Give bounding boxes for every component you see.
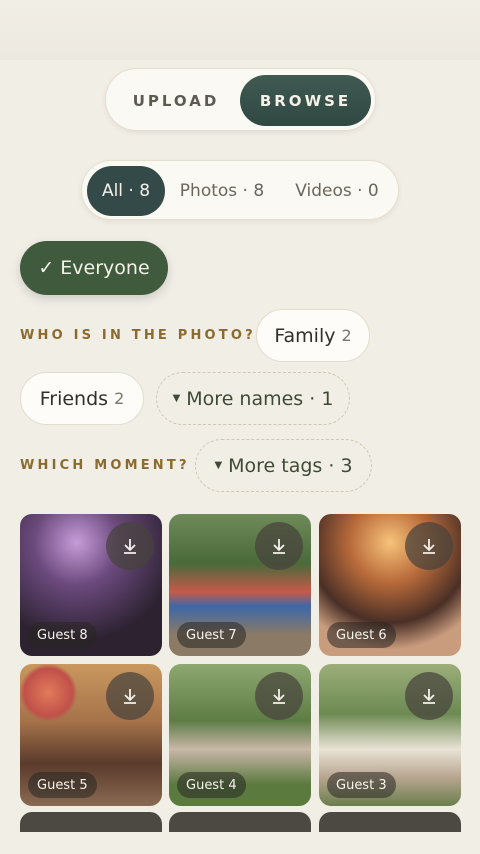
chip-count: 2 — [341, 326, 352, 345]
filter-photos[interactable]: Photos · 8 — [172, 166, 272, 216]
guest-label: Guest 6 — [327, 622, 396, 648]
more-names-label: More names · 1 — [186, 387, 334, 410]
browse-tab[interactable]: BROWSE — [240, 75, 371, 126]
filter-videos[interactable]: Videos · 0 — [282, 166, 392, 216]
more-tags-label: More tags · 3 — [228, 454, 353, 477]
photo-tile[interactable]: Guest 7 — [169, 514, 311, 656]
moment-heading: WHICH MOMENT? — [20, 458, 190, 473]
top-fade — [0, 0, 480, 60]
filter-all[interactable]: All · 8 — [87, 166, 165, 216]
photo-tile-partial[interactable] — [20, 812, 162, 832]
photo-tile[interactable]: Guest 8 — [20, 514, 162, 656]
mode-toggle: UPLOAD BROWSE — [105, 68, 376, 131]
caret-down-icon: ▼ — [214, 460, 223, 471]
photo-tile[interactable]: Guest 5 — [20, 664, 162, 806]
photo-tile-partial[interactable] — [169, 812, 311, 832]
media-filter: All · 8 Photos · 8 Videos · 0 — [81, 160, 399, 220]
chip-label: Family — [274, 324, 336, 347]
upload-tab[interactable]: UPLOAD — [112, 75, 240, 126]
chip-count: 2 — [114, 389, 125, 408]
download-icon[interactable] — [405, 522, 453, 570]
photo-tile[interactable]: Guest 6 — [319, 514, 461, 656]
photo-tile-partial[interactable] — [319, 812, 461, 832]
download-icon[interactable] — [106, 672, 154, 720]
guest-label: Guest 8 — [28, 622, 97, 648]
person-chip-friends[interactable]: Friends 2 — [20, 372, 144, 425]
guest-label: Guest 4 — [177, 772, 246, 798]
more-names-button[interactable]: ▼ More names · 1 — [156, 372, 350, 425]
person-chip-family[interactable]: Family 2 — [256, 309, 370, 362]
more-tags-button[interactable]: ▼ More tags · 3 — [195, 439, 372, 492]
guest-label: Guest 7 — [177, 622, 246, 648]
everyone-label: Everyone — [60, 257, 150, 279]
check-icon: ✓ — [38, 257, 55, 279]
download-icon[interactable] — [405, 672, 453, 720]
chip-label: Friends — [39, 387, 109, 410]
people-heading: WHO IS IN THE PHOTO? — [20, 328, 256, 343]
photo-tile[interactable]: Guest 3 — [319, 664, 461, 806]
guest-label: Guest 3 — [327, 772, 396, 798]
download-icon[interactable] — [106, 522, 154, 570]
download-icon[interactable] — [255, 672, 303, 720]
download-icon[interactable] — [255, 522, 303, 570]
caret-down-icon: ▼ — [172, 393, 181, 404]
everyone-filter-button[interactable]: ✓ Everyone — [20, 241, 168, 295]
photo-tile[interactable]: Guest 4 — [169, 664, 311, 806]
guest-label: Guest 5 — [28, 772, 97, 798]
